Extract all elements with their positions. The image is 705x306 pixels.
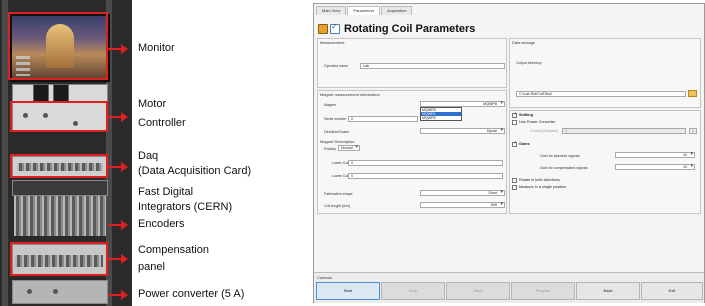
polarity-label: Polarity [324, 147, 336, 151]
tab-parameters[interactable]: Parameters [347, 6, 381, 15]
page-title: Rotating Coil Parameters [344, 23, 476, 35]
gains-label: Gains [519, 142, 530, 146]
use-power-converter-checkbox[interactable] [512, 120, 517, 125]
coil-length-select[interactable]: 600 [420, 202, 505, 208]
encoders-arrow [108, 220, 128, 230]
fdi-label: Fast Digital Integrators (CERN) [138, 186, 233, 213]
upper-coil-label: Lower Coil [332, 174, 349, 178]
tab-acquisition[interactable]: Acquisition [381, 6, 413, 15]
page-header: Rotating Coil Parameters [318, 21, 475, 37]
settling-label: Settling [519, 113, 533, 117]
current-input[interactable]: 0 [562, 128, 686, 134]
abort-button[interactable]: Abort [446, 282, 510, 300]
gains-checkbox[interactable] [512, 140, 517, 147]
magnet-dropdown-list: MQWFB MQWFA MQWFB [420, 107, 462, 121]
tab-bar: Main View Parameters Acquisition [316, 6, 413, 15]
settling-checkbox[interactable] [512, 111, 517, 118]
upper-coil-input[interactable]: 0 [348, 173, 503, 179]
equipment-rack-photo [0, 0, 132, 306]
gain-absolute-label: Gain for absolute signals [540, 154, 580, 158]
motor-controller-arrow [108, 112, 128, 122]
prepare-button[interactable]: Prepare [511, 282, 575, 300]
measure-single-position-label: Measure in a single position [519, 185, 567, 189]
daq-arrow [108, 162, 128, 172]
use-power-converter-label: Use Power Converter [519, 120, 556, 124]
data-storage-panel: Data storage Output directory C:\Lab Rot… [509, 38, 701, 108]
polarity-select[interactable]: Normal [338, 145, 360, 151]
monitor-arrow [108, 44, 128, 54]
rotate-both-directions-label: Rotate in both directions [519, 178, 560, 182]
current-label: Current (Ampere) [530, 129, 558, 133]
gain-absolute-select[interactable]: 10 [615, 152, 695, 158]
data-storage-section-title: Data storage [512, 40, 535, 45]
compensation-label: Compensation panel [138, 244, 209, 273]
power-converter-arrow [108, 290, 128, 300]
knob [53, 289, 58, 294]
magnet-option[interactable]: MQWFB [421, 116, 461, 120]
lower-coil-label: Lower Coil [332, 161, 349, 165]
browse-folder-icon[interactable] [688, 90, 697, 97]
stop-button[interactable]: Stop [381, 282, 445, 300]
motor-controller-top [12, 84, 108, 104]
fabrication-shape-label: Fabrication shape [324, 192, 353, 196]
controls-label: Controls [317, 275, 332, 280]
monitor-label: Monitor [138, 42, 175, 54]
current-unit-button[interactable]: A [689, 128, 697, 134]
gain-compensated-label: Gain for compensated signals [540, 166, 588, 170]
save-icon[interactable] [318, 24, 328, 34]
measurement-panel: Measurement Operator name Lab [317, 38, 507, 88]
orientation-label: Direction/Scaler [324, 130, 350, 134]
output-directory-label: Output directory [516, 61, 542, 65]
controls-bar: Controls Start Stop Abort Prepare Back E… [314, 272, 704, 303]
measure-single-position-checkbox[interactable] [512, 185, 517, 190]
operator-name-label: Operator name [324, 64, 349, 68]
magnet-label: Magnet [324, 103, 336, 107]
coil-length-label: Coil length [mm] [324, 204, 350, 208]
fdi-top [12, 180, 108, 196]
settings-panel: Settling Use Power Converter Current (Am… [509, 110, 701, 214]
knob [27, 289, 32, 294]
measurement-section-title: Measurement [320, 40, 345, 45]
serial-number-label: Serial number [324, 117, 347, 121]
daq-label: Daq (Data Acquisition Card) [138, 150, 252, 177]
monitor-highlight [8, 12, 108, 80]
rotating-coil-app-window: Main View Parameters Acquisition Rotatin… [313, 3, 705, 303]
encoders-label: Encoders [138, 218, 185, 230]
magnet-info-panel: Magnet measurement information Magnet MQ… [317, 90, 507, 214]
lower-coil-input[interactable]: 0 [348, 160, 503, 166]
serial-number-input[interactable]: 0 [348, 116, 418, 122]
power-converter-unit [12, 280, 108, 304]
compensation-arrow [108, 254, 128, 264]
exit-button[interactable]: Exit [641, 282, 703, 300]
motor-controller-highlight [10, 101, 108, 132]
tab-main-view[interactable]: Main View [316, 6, 347, 15]
start-button[interactable]: Start [316, 282, 380, 300]
integrator-cables [14, 196, 106, 236]
magnet-info-section-title: Magnet measurement information [320, 92, 380, 97]
power-converter-label: Power converter (5 A) [138, 288, 245, 300]
gain-compensated-select[interactable]: 10 [615, 164, 695, 170]
orientation-select[interactable]: Dipole [420, 128, 505, 134]
apply-check-icon[interactable] [330, 22, 340, 34]
magnet-description-title: Magnet Description [320, 139, 355, 144]
motor-controller-label: Motor Controller [138, 98, 186, 129]
output-directory-input[interactable]: C:\Lab Rot\Coil\Test\ [516, 91, 686, 97]
compensation-highlight [10, 242, 108, 276]
operator-name-input[interactable]: Lab [360, 63, 505, 69]
rotate-both-directions-checkbox[interactable] [512, 178, 517, 183]
fabrication-shape-select[interactable]: Short [420, 190, 505, 196]
back-button[interactable]: Back [576, 282, 640, 300]
daq-highlight [10, 154, 108, 178]
